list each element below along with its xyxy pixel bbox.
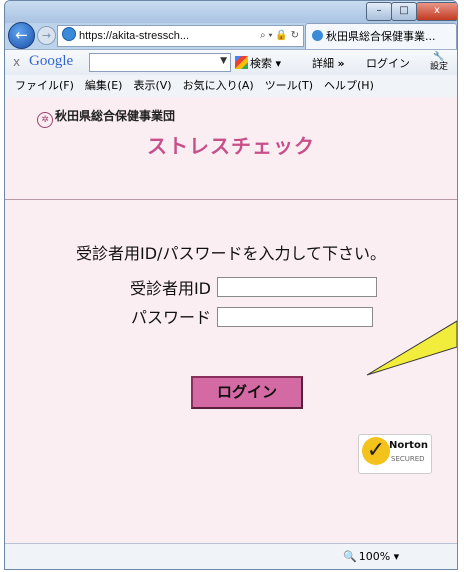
address-controls[interactable]: ⌕ ▾ 🔒 ↻ (260, 26, 299, 46)
forward-arrow-icon[interactable]: → (37, 26, 56, 45)
detail-label: 詳細 (312, 57, 334, 70)
address-bar[interactable]: https://akita-stressch... ⌕ ▾ 🔒 ↻ (57, 25, 304, 47)
callout-shape (366, 320, 457, 376)
settings-button[interactable]: 🔧 設定 (430, 52, 448, 72)
search-label: 検索 (250, 57, 272, 70)
menu-favorites[interactable]: お気に入り(A) (183, 79, 254, 92)
wrench-icon: 🔧 (433, 52, 445, 62)
toolbar-login-button[interactable]: ログイン (366, 55, 410, 71)
tab-active[interactable]: 秋田県総合保健事業... (305, 23, 457, 49)
menu-bar: ファイル(F) 編集(E) 表示(V) お気に入り(A) ツール(T) ヘルプ(H) (5, 75, 457, 97)
google-toolbar: x Google ▼ 検索 ▾ 詳細 » ログイン 🔧 設定 (5, 49, 457, 76)
ie-tab-icon (312, 30, 323, 41)
browser-window: – □ x ← → https://akita-stressch... ⌕ ▾ … (4, 0, 458, 570)
minimize-button[interactable]: – (366, 2, 392, 21)
magnifier-icon: 🔍 (343, 550, 357, 563)
menu-file[interactable]: ファイル(F) (15, 79, 74, 92)
status-bar: 🔍 100% ▾ (5, 543, 457, 569)
callout-pointer (366, 320, 457, 376)
toolbar-close-icon[interactable]: x (13, 55, 20, 69)
address-text: https://akita-stressch... (79, 30, 190, 42)
norton-secured-text: SECURED (391, 455, 425, 463)
back-arrow-icon[interactable]: ← (8, 22, 35, 49)
menu-edit[interactable]: 編集(E) (85, 79, 123, 92)
zoom-control[interactable]: 🔍 100% ▾ (343, 550, 399, 563)
norton-check-icon: ✓ (362, 437, 390, 465)
norton-secured-badge[interactable]: ✓ Norton SECURED (358, 434, 432, 474)
menu-tools[interactable]: ツール(T) (265, 79, 313, 92)
google-search-input[interactable]: ▼ (89, 53, 231, 72)
maximize-button[interactable]: □ (391, 2, 417, 21)
menu-view[interactable]: 表示(V) (133, 79, 171, 92)
page-content: ✲ 秋田県総合保健事業団 ストレスチェック 受診者用ID/パスワードを入力して下さ… (5, 97, 457, 543)
detail-button[interactable]: 詳細 » (312, 55, 345, 71)
chevron-down-icon[interactable]: ▼ (220, 56, 227, 66)
close-button[interactable]: x (416, 2, 457, 21)
google-logo: Google (29, 53, 74, 69)
tab-title: 秋田県総合保健事業... (326, 30, 436, 43)
google-search-icon (235, 56, 248, 69)
navigation-bar: ← → https://akita-stressch... ⌕ ▾ 🔒 ↻ 秋田… (5, 21, 457, 49)
google-search-button[interactable]: 検索 ▾ (235, 55, 281, 71)
title-bar: – □ x (5, 1, 457, 23)
menu-help[interactable]: ヘルプ(H) (324, 79, 374, 92)
settings-label: 設定 (430, 62, 449, 72)
zoom-level: 100% (358, 550, 391, 563)
norton-name: Norton (389, 440, 428, 451)
ie-page-icon (62, 27, 76, 41)
